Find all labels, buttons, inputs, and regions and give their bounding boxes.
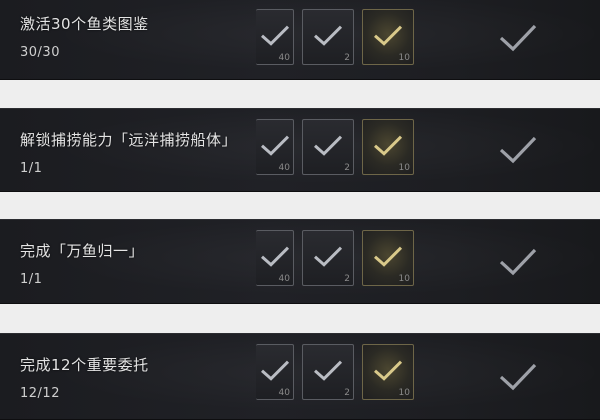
achievement-row[interactable]: 40 2 10 解锁捕捞能力「远洋捕捞船体」 1/1: [0, 108, 600, 192]
achievement-progress: 1/1: [20, 161, 43, 176]
check-icon: [314, 25, 343, 46]
reward-slot-3[interactable]: 10: [362, 119, 414, 175]
check-icon: [314, 246, 343, 267]
reward-slot-2[interactable]: 2: [302, 344, 354, 400]
achievement-progress: 1/1: [20, 272, 43, 287]
achievement-row[interactable]: 40 2 10 完成12个重要委托 12/12: [0, 333, 600, 420]
achievement-title: 完成「万鱼归一」: [20, 242, 145, 260]
reward-count: 2: [344, 388, 350, 398]
achievement-title: 解锁捕捞能力「远洋捕捞船体」: [20, 131, 238, 149]
reward-slot-3[interactable]: 10: [362, 344, 414, 400]
reward-count: 10: [398, 388, 410, 398]
completed-check-icon: [499, 136, 537, 164]
achievement-title: 激活30个鱼类图鉴: [20, 15, 149, 33]
reward-slot-3[interactable]: 10: [362, 9, 414, 65]
reward-count: 10: [398, 53, 410, 63]
achievement-text: 完成「万鱼归一」 1/1: [0, 220, 280, 303]
reward-slot-2[interactable]: 2: [302, 230, 354, 286]
reward-count: 40: [278, 53, 290, 63]
reward-count: 40: [278, 163, 290, 173]
reward-slot-2[interactable]: 2: [302, 119, 354, 175]
achievement-progress: 30/30: [20, 45, 60, 60]
check-icon: [314, 360, 343, 381]
reward-count: 2: [344, 53, 350, 63]
completed-check-icon: [499, 248, 537, 275]
achievement-row[interactable]: 40 2 10 激活30个鱼类图鉴 30/30: [0, 0, 600, 80]
reward-count: 2: [344, 274, 350, 284]
reward-count: 10: [398, 274, 410, 284]
reward-slot-2[interactable]: 2: [302, 9, 354, 65]
check-icon: [374, 246, 403, 267]
check-icon: [374, 25, 403, 46]
achievement-text: 激活30个鱼类图鉴 30/30: [0, 0, 280, 79]
achievement-row[interactable]: 40 2 10 完成「万鱼归一」 1/1: [0, 219, 600, 304]
achievement-title: 完成12个重要委托: [20, 356, 149, 374]
check-icon: [374, 135, 403, 156]
completed-check-icon: [499, 24, 537, 52]
reward-slot-3[interactable]: 10: [362, 230, 414, 286]
reward-count: 2: [344, 163, 350, 173]
check-icon: [374, 360, 403, 381]
achievement-list: 40 2 10 激活30个鱼类图鉴 30/30 40 2 10 解锁捕捞能力「远…: [0, 0, 600, 420]
reward-count: 10: [398, 163, 410, 173]
check-icon: [314, 135, 343, 156]
reward-count: 40: [278, 388, 290, 398]
completed-check-icon: [499, 363, 537, 390]
reward-count: 40: [278, 274, 290, 284]
achievement-progress: 12/12: [20, 386, 60, 401]
achievement-text: 完成12个重要委托 12/12: [0, 334, 280, 419]
achievement-text: 解锁捕捞能力「远洋捕捞船体」 1/1: [0, 109, 280, 191]
